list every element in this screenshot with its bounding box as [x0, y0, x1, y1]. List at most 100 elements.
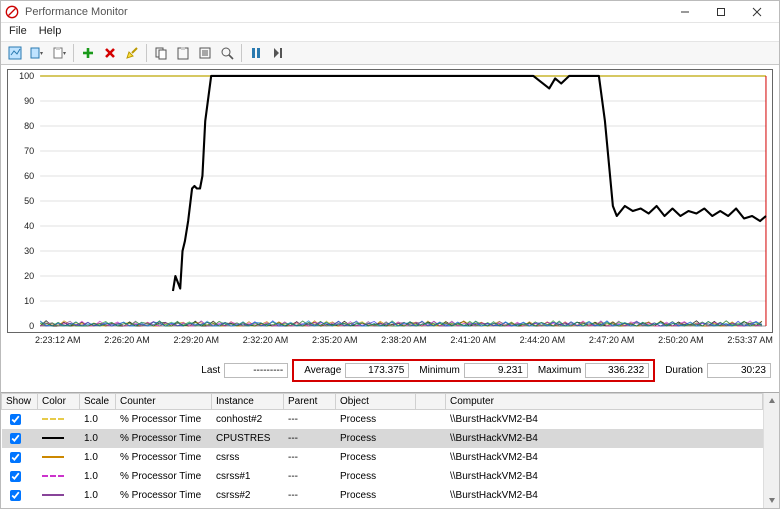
- svg-text:40: 40: [24, 221, 34, 231]
- table-row[interactable]: 1.0% Processor Timedllhost---Process\\Bu…: [2, 505, 763, 508]
- cell-object: Process: [336, 505, 416, 508]
- stats-highlight-box: Average 173.375 Minimum 9.231 Maximum 33…: [292, 359, 655, 382]
- add-counter-button[interactable]: [78, 43, 98, 63]
- cell-instance: dllhost: [212, 505, 284, 508]
- x-tick-label: 2:29:20 AM: [173, 335, 219, 345]
- toolbar-separator: [73, 44, 74, 62]
- cell-scale: 1.0: [80, 410, 116, 430]
- x-tick-label: 2:44:20 AM: [520, 335, 566, 345]
- stat-last-label: Last: [201, 365, 220, 376]
- show-checkbox[interactable]: [10, 452, 21, 463]
- table-row[interactable]: 1.0% Processor Timeconhost#2---Process\\…: [2, 410, 763, 430]
- color-chip: [42, 475, 64, 477]
- clipboard-dropdown[interactable]: [49, 43, 69, 63]
- cell-instance: conhost#2: [212, 410, 284, 430]
- cell-parent: ---: [284, 505, 336, 508]
- x-tick-label: 2:35:20 AM: [312, 335, 358, 345]
- minimize-button[interactable]: [667, 2, 703, 22]
- zoom-button[interactable]: [217, 43, 237, 63]
- x-tick-label: 2:23:12 AM: [35, 335, 81, 345]
- show-checkbox[interactable]: [10, 433, 21, 444]
- freeze-display-button[interactable]: [246, 43, 266, 63]
- update-data-button[interactable]: [268, 43, 288, 63]
- stat-min-value: 9.231: [464, 363, 528, 378]
- color-chip: [42, 494, 64, 496]
- show-checkbox[interactable]: [10, 471, 21, 482]
- cell-scale: 1.0: [80, 429, 116, 448]
- cell-parent: ---: [284, 410, 336, 430]
- cell-scale: 1.0: [80, 467, 116, 486]
- table-row[interactable]: 1.0% Processor TimeCPUSTRES---Process\\B…: [2, 429, 763, 448]
- x-tick-label: 2:38:20 AM: [381, 335, 427, 345]
- color-chip: [42, 456, 64, 458]
- svg-text:50: 50: [24, 196, 34, 206]
- th-counter[interactable]: Counter: [116, 394, 212, 410]
- cell-counter: % Processor Time: [116, 486, 212, 505]
- cell-instance: CPUSTRES: [212, 429, 284, 448]
- cell-counter: % Processor Time: [116, 429, 212, 448]
- th-computer[interactable]: Computer: [446, 394, 763, 410]
- window-title: Performance Monitor: [25, 6, 667, 18]
- cell-object: Process: [336, 448, 416, 467]
- vertical-scrollbar[interactable]: [763, 393, 779, 508]
- show-checkbox[interactable]: [10, 414, 21, 425]
- menu-file[interactable]: File: [9, 25, 27, 39]
- svg-text:100: 100: [19, 71, 34, 81]
- th-parent[interactable]: Parent: [284, 394, 336, 410]
- x-tick-label: 2:53:37 AM: [727, 335, 773, 345]
- toolbar: [1, 41, 779, 65]
- stat-dur-label: Duration: [665, 365, 703, 376]
- view-type-dropdown[interactable]: [27, 43, 47, 63]
- th-show[interactable]: Show: [2, 394, 38, 410]
- cell-counter: % Processor Time: [116, 448, 212, 467]
- th-color[interactable]: Color: [38, 394, 80, 410]
- menu-help[interactable]: Help: [39, 25, 62, 39]
- counter-table[interactable]: Show Color Scale Counter Instance Parent…: [1, 393, 763, 508]
- cell-object: Process: [336, 486, 416, 505]
- view-current-button[interactable]: [5, 43, 25, 63]
- cell-object: Process: [336, 410, 416, 430]
- cell-object: Process: [336, 467, 416, 486]
- table-row[interactable]: 1.0% Processor Timecsrss---Process\\Burs…: [2, 448, 763, 467]
- svg-text:30: 30: [24, 246, 34, 256]
- show-checkbox[interactable]: [10, 490, 21, 501]
- properties-button[interactable]: [195, 43, 215, 63]
- table-row[interactable]: 1.0% Processor Timecsrss#1---Process\\Bu…: [2, 467, 763, 486]
- toolbar-separator: [146, 44, 147, 62]
- cell-computer: \\BurstHackVM2-B4: [446, 467, 763, 486]
- cell-computer: \\BurstHackVM2-B4: [446, 448, 763, 467]
- highlight-button[interactable]: [122, 43, 142, 63]
- th-blank[interactable]: [416, 394, 446, 410]
- x-tick-label: 2:32:20 AM: [243, 335, 289, 345]
- cell-object: Process: [336, 429, 416, 448]
- close-button[interactable]: [739, 2, 775, 22]
- maximize-button[interactable]: [703, 2, 739, 22]
- paste-counters-button[interactable]: [173, 43, 193, 63]
- cell-parent: ---: [284, 486, 336, 505]
- cell-instance: csrss#2: [212, 486, 284, 505]
- th-instance[interactable]: Instance: [212, 394, 284, 410]
- app-icon: [5, 5, 19, 19]
- chart-plot[interactable]: 0102030405060708090100: [7, 69, 773, 333]
- delete-counter-button[interactable]: [100, 43, 120, 63]
- cell-counter: % Processor Time: [116, 505, 212, 508]
- stat-dur-value: 30:23: [707, 363, 771, 378]
- cell-computer: \\BurstHackVM2-B4: [446, 505, 763, 508]
- stat-last-value: ---------: [224, 363, 288, 378]
- th-scale[interactable]: Scale: [80, 394, 116, 410]
- cell-scale: 1.0: [80, 448, 116, 467]
- x-tick-label: 2:26:20 AM: [104, 335, 150, 345]
- cell-instance: csrss#1: [212, 467, 284, 486]
- color-chip: [42, 437, 64, 439]
- chart-x-axis-labels: 2:23:12 AM 2:26:20 AM 2:29:20 AM 2:32:20 AM…: [7, 335, 773, 345]
- svg-text:0: 0: [29, 321, 34, 331]
- svg-text:70: 70: [24, 146, 34, 156]
- scroll-up-icon[interactable]: [764, 393, 779, 409]
- th-object[interactable]: Object: [336, 394, 416, 410]
- svg-text:10: 10: [24, 296, 34, 306]
- toolbar-separator: [241, 44, 242, 62]
- table-row[interactable]: 1.0% Processor Timecsrss#2---Process\\Bu…: [2, 486, 763, 505]
- copy-properties-button[interactable]: [151, 43, 171, 63]
- scroll-down-icon[interactable]: [764, 492, 779, 508]
- cell-parent: ---: [284, 467, 336, 486]
